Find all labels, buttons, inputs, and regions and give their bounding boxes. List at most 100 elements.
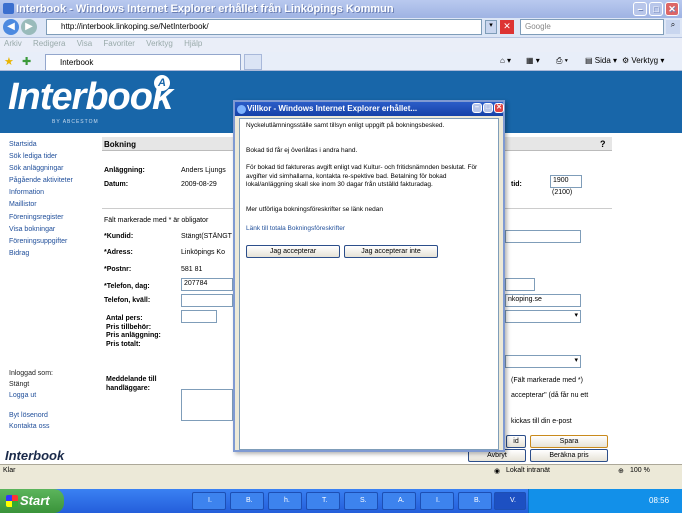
taskbar-window-button[interactable]: I. xyxy=(192,492,226,510)
sidebar-item-startsida[interactable]: Startsida xyxy=(9,139,99,151)
time-field[interactable]: 1900 xyxy=(550,175,582,188)
tel-dag-label: *Telefon, dag: xyxy=(104,283,150,290)
dialog-minimize-button[interactable]: – xyxy=(472,103,482,113)
right-note-3: kickas till din e-post xyxy=(511,418,572,425)
facility-label: Anläggning: xyxy=(104,167,145,174)
meddelande-textarea[interactable] xyxy=(181,389,233,421)
menu-item[interactable]: Visa xyxy=(77,39,92,48)
sidebar-item-bidrag[interactable]: Bidrag xyxy=(9,248,99,260)
menu-item[interactable]: Redigera xyxy=(33,39,65,48)
dialog-body: Nyckelutlämningsställe samt tillsyn enli… xyxy=(239,118,499,450)
email-field[interactable]: nkoping.se xyxy=(505,294,581,307)
terms-dialog: Villkor - Windows Internet Explorer erhå… xyxy=(233,100,505,452)
terms-link[interactable]: Länk till totala Bokningsföreskrifter xyxy=(246,225,486,234)
print-icon[interactable]: ⎙ ▾ xyxy=(556,56,568,66)
right-field-1[interactable] xyxy=(505,230,581,243)
minimize-button[interactable]: – xyxy=(633,2,647,16)
taskbar-window-button[interactable]: B. xyxy=(458,492,492,510)
menu-bar: Arkiv Redigera Visa Favoriter Verktyg Hj… xyxy=(0,38,682,52)
dialog-close-button[interactable]: ✕ xyxy=(494,103,504,113)
terms-text-2: Bokad tid får ej överlåtas i andra hand. xyxy=(246,147,358,154)
forward-icon[interactable]: ▶ xyxy=(21,19,37,35)
accept-button[interactable]: Jag accepterar xyxy=(246,245,340,258)
taskbar-window-button[interactable]: h. xyxy=(268,492,302,510)
login-info: Inloggad som: Stängt Logga ut xyxy=(9,368,53,401)
stop-icon[interactable]: ✕ xyxy=(500,20,514,34)
favorites-bar: ★ ✚ Interbook ⌂ ▾ ▦ ▾ ⎙ ▾ ▤ Sida ▾ ⚙ Ver… xyxy=(0,52,682,71)
time-sub: (2100) xyxy=(552,189,573,196)
url-input[interactable]: http://interbook.linkoping.se/NetInterbo… xyxy=(46,19,482,35)
logo-subtitle: BY ABCESTOM xyxy=(52,119,99,125)
back-icon[interactable]: ◀ xyxy=(3,19,19,35)
required-note: Fält markerade med * är obligator xyxy=(104,217,209,224)
status-bar: Klar ◉ Lokalt intranät ⊕ 100 % xyxy=(0,464,682,478)
select-1[interactable]: ▾ xyxy=(505,310,581,323)
terms-text-4: Mer utförliga bokningsföreskrifter se lä… xyxy=(246,206,383,213)
taskbar-window-button[interactable]: S. xyxy=(344,492,378,510)
taskbar-window-button-active[interactable]: V. xyxy=(494,492,526,510)
date-label: Datum: xyxy=(104,181,129,188)
add-favorite-icon[interactable]: ✚ xyxy=(22,55,31,68)
calculate-price-button[interactable]: Beräkna pris xyxy=(530,449,608,462)
sidebar-item-foreningsregister[interactable]: Föreningsregister xyxy=(9,212,99,224)
account-links: Byt lösenord Kontakta oss xyxy=(9,410,49,432)
feeds-icon[interactable]: ▦ ▾ xyxy=(526,56,540,65)
sidebar-item-information[interactable]: Information xyxy=(9,187,99,199)
search-input[interactable]: Google xyxy=(520,19,664,35)
taskbar-window-button[interactable]: A. xyxy=(382,492,416,510)
right-note-1: (Fält markerade med *) xyxy=(511,377,583,384)
tab-interbook[interactable]: Interbook xyxy=(45,54,241,70)
menu-item[interactable]: Hjälp xyxy=(184,39,202,48)
tel-kvall-label: Telefon, kväll: xyxy=(104,297,151,304)
menu-item[interactable]: Verktyg xyxy=(146,39,173,48)
page-menu[interactable]: ▤ Sida ▾ xyxy=(585,56,617,65)
dialog-maximize-button[interactable]: □ xyxy=(483,103,493,113)
sidebar-item-sok-lediga-tider[interactable]: Sök lediga tider xyxy=(9,151,99,163)
close-window-button[interactable]: ✕ xyxy=(665,2,679,16)
taskbar-window-button[interactable]: I. xyxy=(420,492,454,510)
menu-item[interactable]: Favoriter xyxy=(103,39,135,48)
maximize-button[interactable]: □ xyxy=(649,2,663,16)
sidebar-item-maillistor[interactable]: Maillistor xyxy=(9,199,99,211)
pris-anlaggning-label: Pris anläggning: xyxy=(106,332,161,339)
antal-field[interactable] xyxy=(181,310,217,323)
contact-link[interactable]: Kontakta oss xyxy=(9,421,49,432)
meddelande-label: Meddelande till handläggare: xyxy=(106,376,157,392)
booking-title: Bokning xyxy=(104,140,136,149)
clock: 08:56 xyxy=(649,496,670,505)
right-field-2[interactable] xyxy=(505,278,535,291)
postnr-value: 581 81 xyxy=(181,266,203,273)
status-text: Klar xyxy=(3,467,16,474)
zone-icon: ◉ xyxy=(494,468,501,475)
help-button[interactable]: ? xyxy=(600,139,606,149)
sidebar-item-visa-bokningar[interactable]: Visa bokningar xyxy=(9,224,99,236)
sidebar-item-foreningsuppgifter[interactable]: Föreningsuppgifter xyxy=(9,236,99,248)
logged-in-label: Inloggad som: xyxy=(9,370,53,377)
taskbar-window-button[interactable]: B. xyxy=(230,492,264,510)
change-password-link[interactable]: Byt lösenord xyxy=(9,410,49,421)
logo: Interbook xyxy=(8,76,173,118)
favorites-star-icon[interactable]: ★ xyxy=(4,55,14,68)
tools-menu[interactable]: ⚙ Verktyg ▾ xyxy=(622,56,664,65)
select-2[interactable]: ▾ xyxy=(505,355,581,368)
tel-dag-field[interactable]: 207784 xyxy=(181,278,233,291)
zoom-text[interactable]: 100 % xyxy=(630,467,650,474)
taskbar-window-button[interactable]: T. xyxy=(306,492,340,510)
logout-link[interactable]: Logga ut xyxy=(9,390,53,401)
terms-text-1: Nyckelutlämningsställe samt tillsyn enli… xyxy=(246,122,445,129)
sidebar-item-pagaende-aktiviteter[interactable]: Pågående aktiviteter xyxy=(9,175,99,187)
tel-kvall-field[interactable] xyxy=(181,294,233,307)
dropdown-icon[interactable]: ▾ xyxy=(485,20,497,34)
save-button[interactable]: Spara xyxy=(530,435,608,448)
search-icon[interactable]: ⌕ xyxy=(666,20,680,34)
logged-in-user: Stängt xyxy=(9,381,30,388)
time-label: tid: xyxy=(511,181,522,188)
new-tab-button[interactable] xyxy=(244,54,262,70)
sidebar-item-sok-anlaggningar[interactable]: Sök anläggningar xyxy=(9,163,99,175)
menu-item[interactable]: Arkiv xyxy=(4,39,22,48)
home-icon[interactable]: ⌂ ▾ xyxy=(500,56,511,65)
id-button[interactable]: id xyxy=(506,435,526,448)
taskbar: Start I. B. h. T. S. A. I. B. V. 08:56 xyxy=(0,489,682,513)
decline-button[interactable]: Jag accepterar inte xyxy=(344,245,438,258)
zoom-icon[interactable]: ⊕ xyxy=(618,467,624,475)
